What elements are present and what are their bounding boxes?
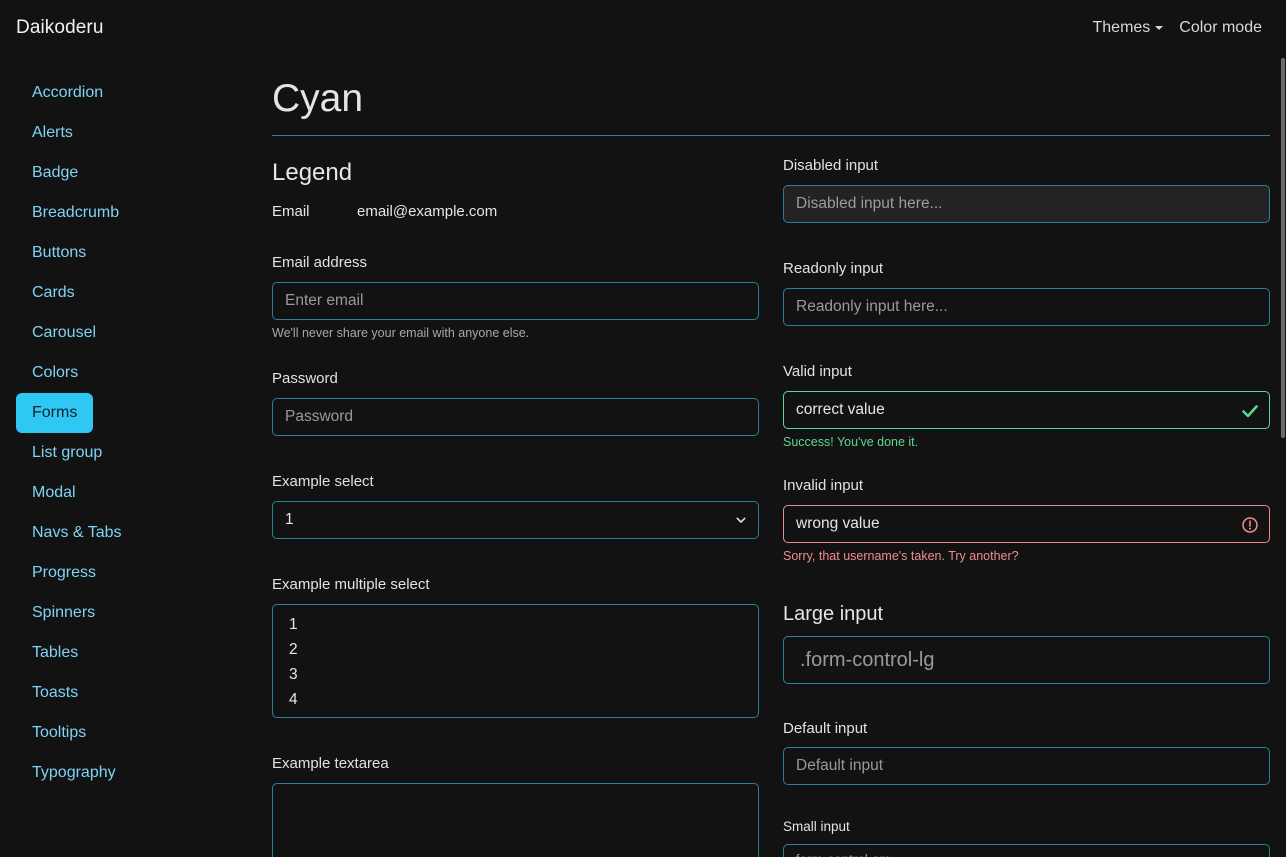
sidebar-item-toasts[interactable]: Toasts (16, 673, 94, 713)
form-left-column: Legend Email email@example.com Email add… (272, 150, 759, 857)
sidebar-item-tables[interactable]: Tables (16, 633, 94, 673)
color-mode-link[interactable]: Color mode (1179, 19, 1262, 37)
chevron-down-icon (736, 517, 746, 523)
page-title: Cyan (272, 77, 364, 120)
exclamation-circle-icon (1242, 517, 1258, 533)
email-field[interactable]: Enter email (272, 282, 759, 320)
multi-select-label: Example multiple select (272, 576, 430, 593)
password-label: Password (272, 370, 338, 387)
static-email-value: email@example.com (357, 203, 498, 220)
valid-input-label: Valid input (783, 363, 852, 380)
disabled-input-label: Disabled input (783, 157, 879, 174)
large-input[interactable]: .form-control-lg (783, 636, 1270, 684)
example-select[interactable]: 1 (272, 501, 759, 539)
form-right-column: Disabled input Disabled input here... Re… (783, 150, 1270, 857)
invalid-input[interactable]: wrong value (783, 505, 1270, 543)
sidebar-item-navs-tabs[interactable]: Navs & Tabs (16, 513, 138, 553)
top-navbar: Daikoderu Themes Color mode (0, 0, 1286, 58)
readonly-input[interactable]: Readonly input here... (783, 288, 1270, 326)
title-divider (272, 135, 1270, 136)
caret-down-icon (1155, 26, 1164, 30)
textarea-label: Example textarea (272, 755, 389, 772)
multi-select-option[interactable]: 2 (289, 637, 742, 662)
sidebar-item-accordion[interactable]: Accordion (16, 73, 119, 113)
sidebar-item-colors[interactable]: Colors (16, 353, 94, 393)
sidebar-item-forms[interactable]: Forms (16, 393, 94, 433)
invalid-input-label: Invalid input (783, 477, 864, 494)
sidebar-item-alerts[interactable]: Alerts (16, 113, 89, 153)
sidebar-item-list-group[interactable]: List group (16, 433, 118, 473)
select-value: 1 (285, 511, 294, 528)
check-icon (1242, 405, 1258, 418)
default-input[interactable]: Default input (783, 747, 1270, 785)
brand-link[interactable]: Daikoderu (16, 17, 104, 39)
navbar-right: Themes Color mode (1093, 19, 1263, 37)
sidebar-item-cards[interactable]: Cards (16, 273, 91, 313)
multi-select-option[interactable]: 4 (289, 687, 742, 712)
example-multiple-select[interactable]: 1 2 3 4 (272, 604, 759, 718)
themes-dropdown[interactable]: Themes (1093, 19, 1164, 37)
multi-select-option[interactable]: 3 (289, 662, 742, 687)
valid-input[interactable]: correct value (783, 391, 1270, 429)
sidebar-item-typography[interactable]: Typography (16, 753, 132, 793)
sidebar-item-spinners[interactable]: Spinners (16, 593, 111, 633)
large-input-heading: Large input (783, 603, 884, 625)
readonly-input-label: Readonly input (783, 260, 884, 277)
sidebar: Accordion Alerts Badge Breadcrumb Button… (16, 73, 226, 793)
main-content: Cyan (272, 72, 1270, 126)
static-email-row: Email email@example.com (272, 203, 759, 220)
invalid-input-value: wrong value (796, 515, 880, 532)
multi-select-option[interactable]: 1 (289, 612, 742, 637)
example-textarea[interactable] (272, 783, 759, 857)
disabled-input: Disabled input here... (783, 185, 1270, 223)
legend-heading: Legend (272, 159, 353, 186)
sidebar-item-buttons[interactable]: Buttons (16, 233, 102, 273)
sidebar-item-breadcrumb[interactable]: Breadcrumb (16, 193, 135, 233)
static-email-label: Email (272, 203, 310, 220)
invalid-feedback: Sorry, that username's taken. Try anothe… (783, 549, 1019, 563)
themes-label: Themes (1092, 19, 1151, 36)
page-scrollbar[interactable] (1281, 58, 1285, 438)
valid-feedback: Success! You've done it. (783, 435, 919, 449)
email-help-text: We'll never share your email with anyone… (272, 326, 530, 340)
default-input-label: Default input (783, 720, 868, 737)
select-label: Example select (272, 473, 374, 490)
small-input[interactable]: .form-control-sm (783, 844, 1270, 857)
sidebar-item-tooltips[interactable]: Tooltips (16, 713, 102, 753)
small-input-label: Small input (783, 819, 850, 834)
sidebar-item-progress[interactable]: Progress (16, 553, 112, 593)
sidebar-item-badge[interactable]: Badge (16, 153, 94, 193)
valid-input-value: correct value (796, 401, 885, 418)
sidebar-item-modal[interactable]: Modal (16, 473, 92, 513)
email-label: Email address (272, 254, 368, 271)
sidebar-item-carousel[interactable]: Carousel (16, 313, 112, 353)
password-field[interactable]: Password (272, 398, 759, 436)
